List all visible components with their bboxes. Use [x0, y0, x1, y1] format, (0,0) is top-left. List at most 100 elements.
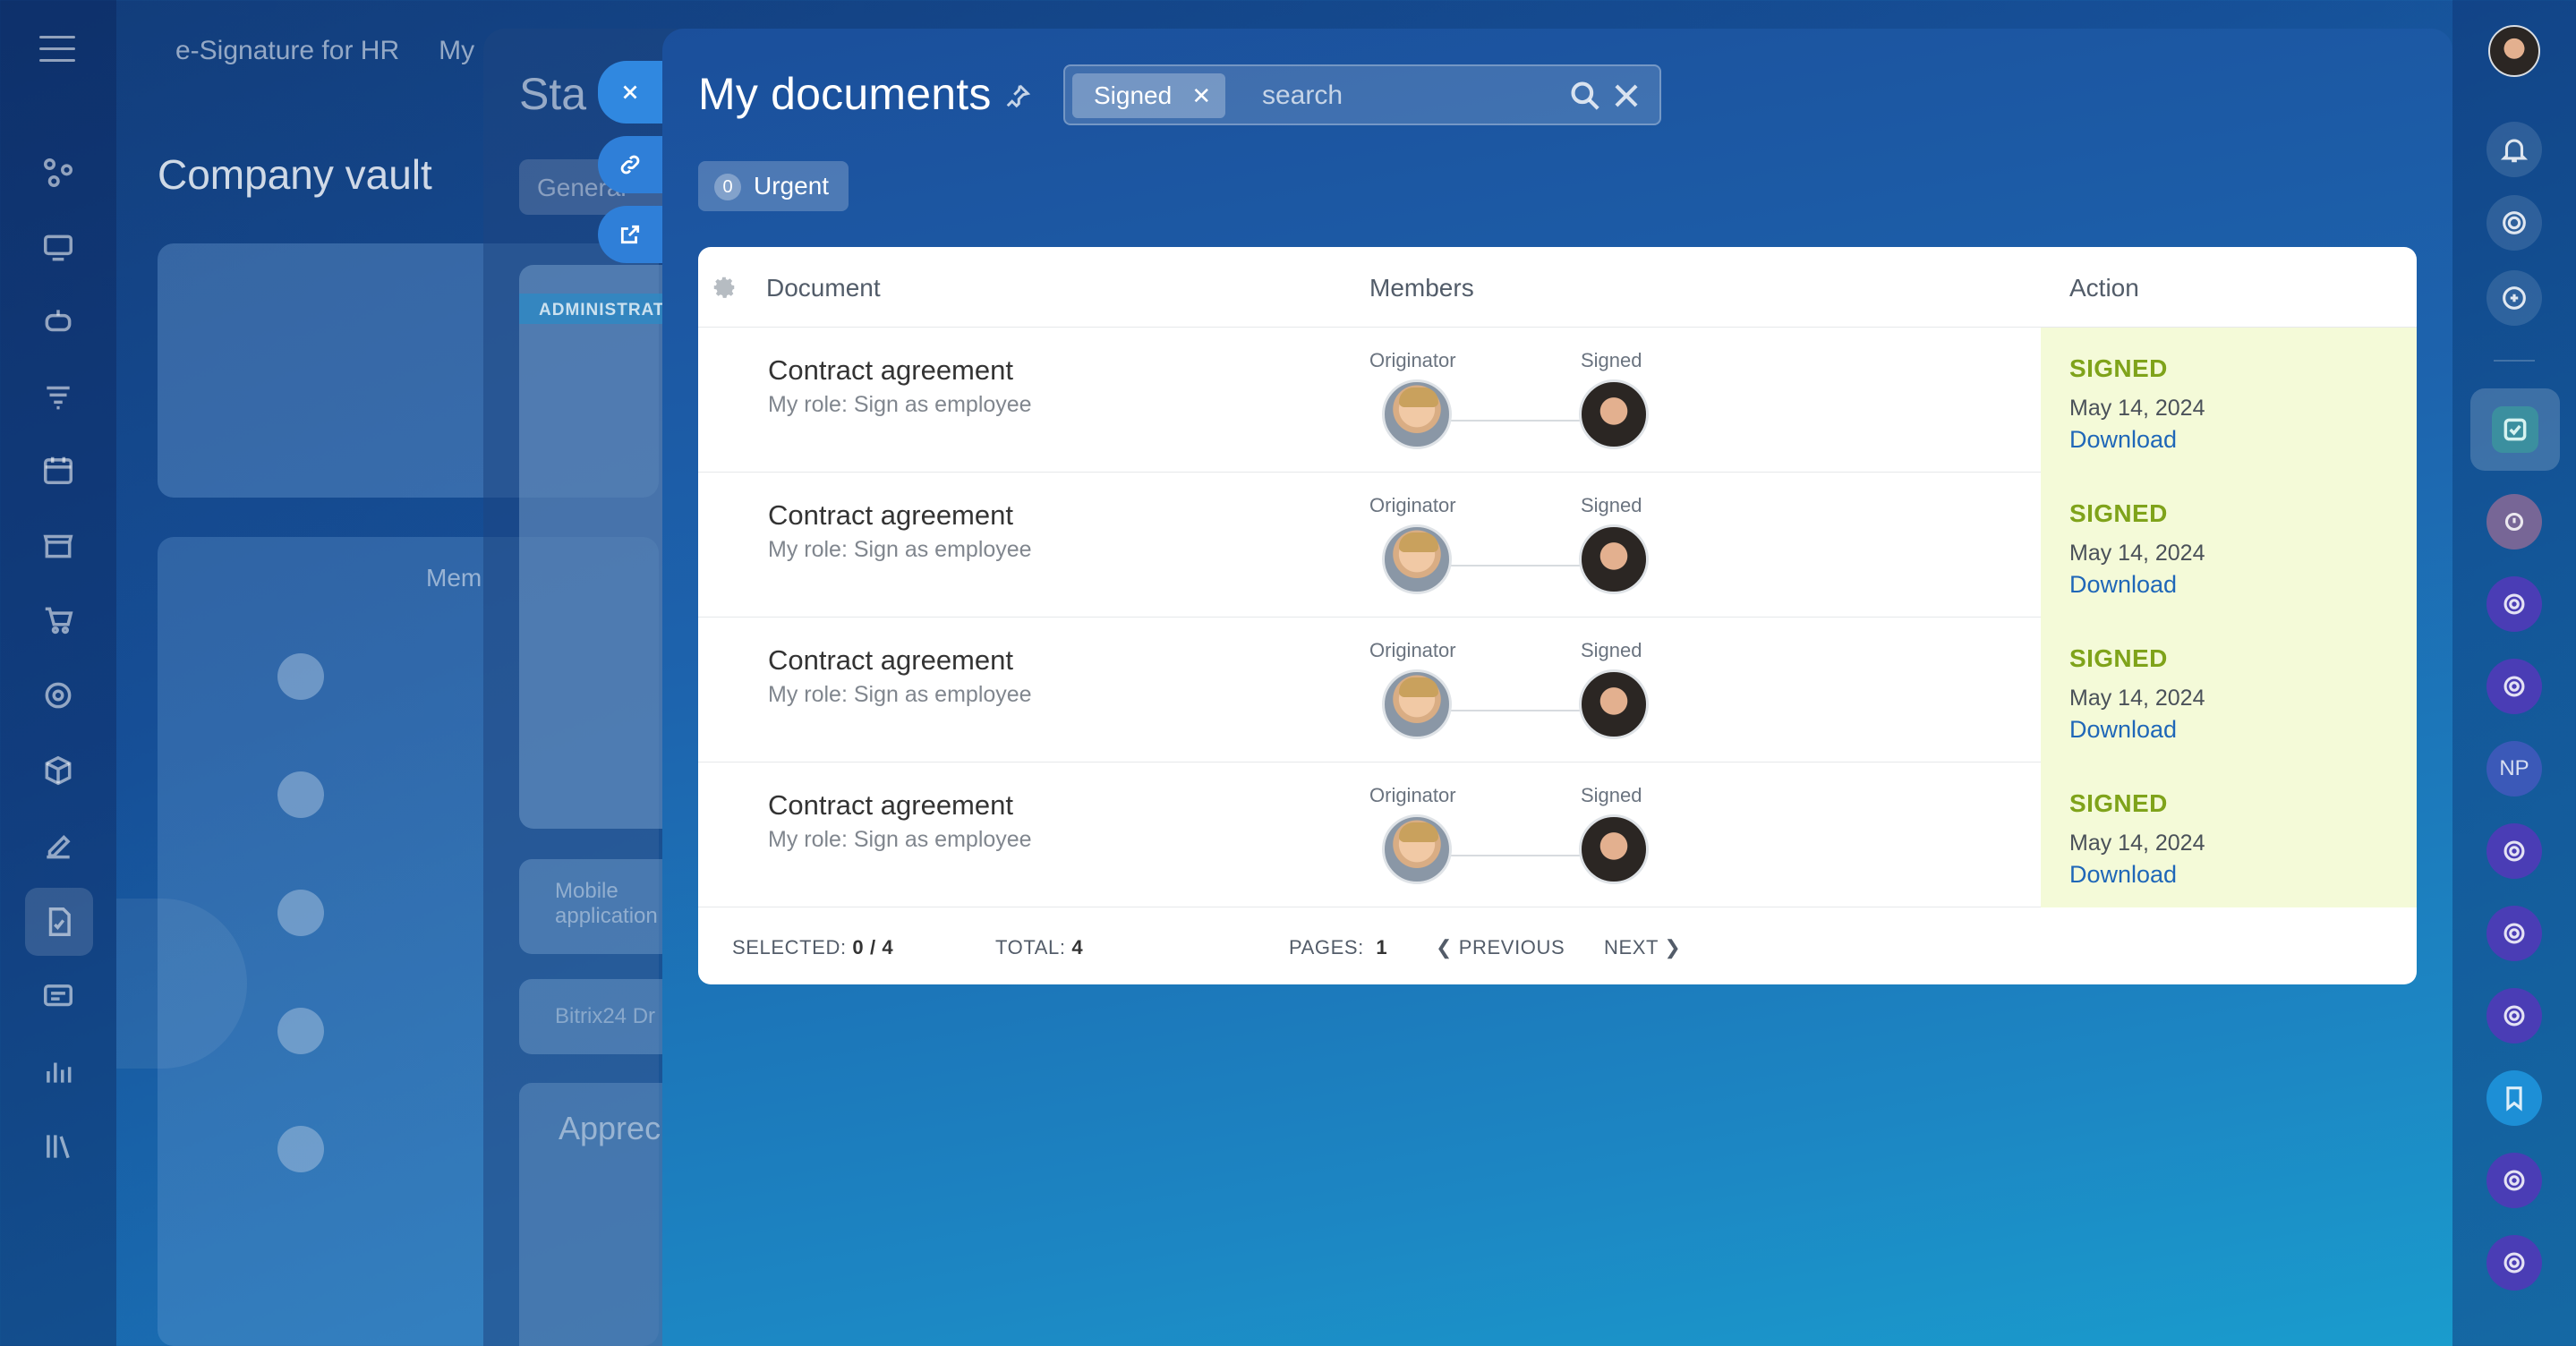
copilot-icon[interactable]: [2486, 195, 2542, 251]
bookmark-icon[interactable]: [2486, 1070, 2542, 1126]
chevron-right-icon: ❯: [1664, 936, 1682, 958]
next-page-button[interactable]: NEXT ❯: [1604, 936, 1681, 959]
status-date: May 14, 2024: [2069, 686, 2205, 711]
signer-label: Signed: [1581, 784, 1642, 806]
chat-icon[interactable]: [2486, 906, 2542, 961]
status-badge: SIGNED: [2069, 644, 2168, 672]
urgent-filter-button[interactable]: 0 Urgent: [698, 161, 849, 211]
document-name[interactable]: Contract agreement: [768, 499, 1013, 532]
chat-icon[interactable]: [2486, 1235, 2542, 1291]
nav-item-e-signature[interactable]: e-Signature for HR: [175, 36, 399, 65]
document-role: My role: Sign as employee: [768, 537, 1032, 562]
user-avatar[interactable]: [2488, 25, 2540, 77]
search-input[interactable]: [1262, 73, 1566, 118]
chat-icon[interactable]: [2486, 1153, 2542, 1208]
cart-icon[interactable]: [32, 594, 84, 646]
alert-icon[interactable]: [2486, 494, 2542, 549]
bell-icon[interactable]: [2486, 122, 2542, 177]
search-filter-box[interactable]: Signed ✕: [1063, 64, 1661, 125]
top-navigation: e-Signature for HR My: [175, 36, 514, 66]
filter-chip-signed[interactable]: Signed ✕: [1072, 73, 1226, 118]
my-documents-slider: My documents Signed ✕ 0 Urgent Document M…: [662, 29, 2452, 1346]
remove-filter-icon[interactable]: ✕: [1191, 73, 1211, 118]
table-row[interactable]: Contract agreement My role: Sign as empl…: [698, 328, 2417, 473]
column-header-action[interactable]: Action: [2069, 274, 2139, 302]
store-icon[interactable]: [32, 519, 84, 571]
sign-pen-icon[interactable]: [32, 820, 84, 872]
signer-label: Signed: [1581, 639, 1642, 661]
e-signature-icon[interactable]: [25, 888, 93, 956]
urgent-label: Urgent: [754, 172, 830, 200]
search-icon[interactable]: [1568, 79, 1602, 113]
document-role: My role: Sign as employee: [768, 682, 1032, 707]
status-date: May 14, 2024: [2069, 396, 2205, 421]
signer-label: Signed: [1581, 349, 1642, 371]
calendar-icon[interactable]: [32, 444, 84, 496]
originator-avatar[interactable]: [1382, 379, 1452, 449]
document-role: My role: Sign as employee: [768, 827, 1032, 852]
total-counter: TOTAL: 4: [995, 936, 1084, 958]
filter-chip-label: Signed: [1094, 81, 1173, 109]
table-row[interactable]: Contract agreement My role: Sign as empl…: [698, 618, 2417, 762]
target-icon[interactable]: [32, 669, 84, 721]
document-name[interactable]: Contract agreement: [768, 644, 1013, 677]
link-icon: [620, 155, 640, 175]
originator-label: Originator: [1369, 639, 1456, 661]
copy-link-button[interactable]: [598, 136, 662, 193]
signer-avatar[interactable]: [1579, 814, 1649, 884]
download-link[interactable]: Download: [2069, 571, 2177, 599]
signer-avatar[interactable]: [1579, 379, 1649, 449]
search-chat-icon[interactable]: [2486, 270, 2542, 326]
checklist-icon: [2492, 406, 2538, 453]
open-new-window-button[interactable]: [598, 206, 662, 263]
document-name[interactable]: Contract agreement: [768, 354, 1013, 387]
divider: [2494, 360, 2535, 362]
chat-icon[interactable]: [2486, 823, 2542, 879]
table-header: Document Members Action: [698, 247, 2417, 328]
copilot-icon[interactable]: [32, 295, 84, 347]
signer-avatar[interactable]: [1579, 669, 1649, 739]
chat-icon[interactable]: [2486, 576, 2542, 632]
status-badge: SIGNED: [2069, 499, 2168, 527]
pin-icon[interactable]: [1004, 82, 1031, 109]
signer-avatar[interactable]: [1579, 524, 1649, 594]
settings-gear-icon[interactable]: [711, 274, 738, 301]
column-header-members[interactable]: Members: [1369, 274, 1474, 302]
close-slider-button[interactable]: [598, 61, 662, 124]
member-connector: [1450, 855, 1584, 856]
analytics-icon[interactable]: [32, 1045, 84, 1097]
collab-icon[interactable]: [32, 222, 84, 274]
clear-search-icon[interactable]: [1609, 79, 1643, 113]
status-date: May 14, 2024: [2069, 541, 2205, 566]
originator-avatar[interactable]: [1382, 814, 1452, 884]
download-link[interactable]: Download: [2069, 716, 2177, 744]
knowledge-icon[interactable]: [32, 1120, 84, 1172]
download-link[interactable]: Download: [2069, 426, 2177, 454]
document-name[interactable]: Contract agreement: [768, 789, 1013, 822]
documents-table: Document Members Action Contract agreeme…: [698, 247, 2417, 984]
messenger-icon[interactable]: [32, 970, 84, 1022]
signer-label: Signed: [1581, 494, 1642, 516]
crm-filter-icon[interactable]: [32, 371, 84, 422]
download-link[interactable]: Download: [2069, 861, 2177, 889]
action-cell: SIGNED May 14, 2024 Download: [2041, 618, 2417, 762]
action-cell: SIGNED May 14, 2024 Download: [2041, 328, 2417, 473]
np-avatar[interactable]: NP: [2486, 741, 2542, 797]
active-task-item[interactable]: [2470, 388, 2560, 471]
table-row[interactable]: Contract agreement My role: Sign as empl…: [698, 473, 2417, 618]
feed-icon[interactable]: [32, 147, 84, 199]
box-icon[interactable]: [32, 745, 84, 797]
originator-avatar[interactable]: [1382, 524, 1452, 594]
status-date: May 14, 2024: [2069, 831, 2205, 856]
table-row[interactable]: Contract agreement My role: Sign as empl…: [698, 762, 2417, 907]
previous-page-button[interactable]: ❮ PREVIOUS: [1436, 936, 1565, 959]
chat-icon[interactable]: [2486, 659, 2542, 714]
action-cell: SIGNED May 14, 2024 Download: [2041, 762, 2417, 907]
nav-item-my[interactable]: My: [439, 36, 474, 65]
member-connector: [1450, 565, 1584, 567]
originator-avatar[interactable]: [1382, 669, 1452, 739]
selected-counter: SELECTED: 0 / 4: [732, 936, 894, 958]
column-header-document[interactable]: Document: [766, 274, 881, 302]
chat-icon[interactable]: [2486, 988, 2542, 1044]
menu-icon[interactable]: [39, 36, 75, 68]
